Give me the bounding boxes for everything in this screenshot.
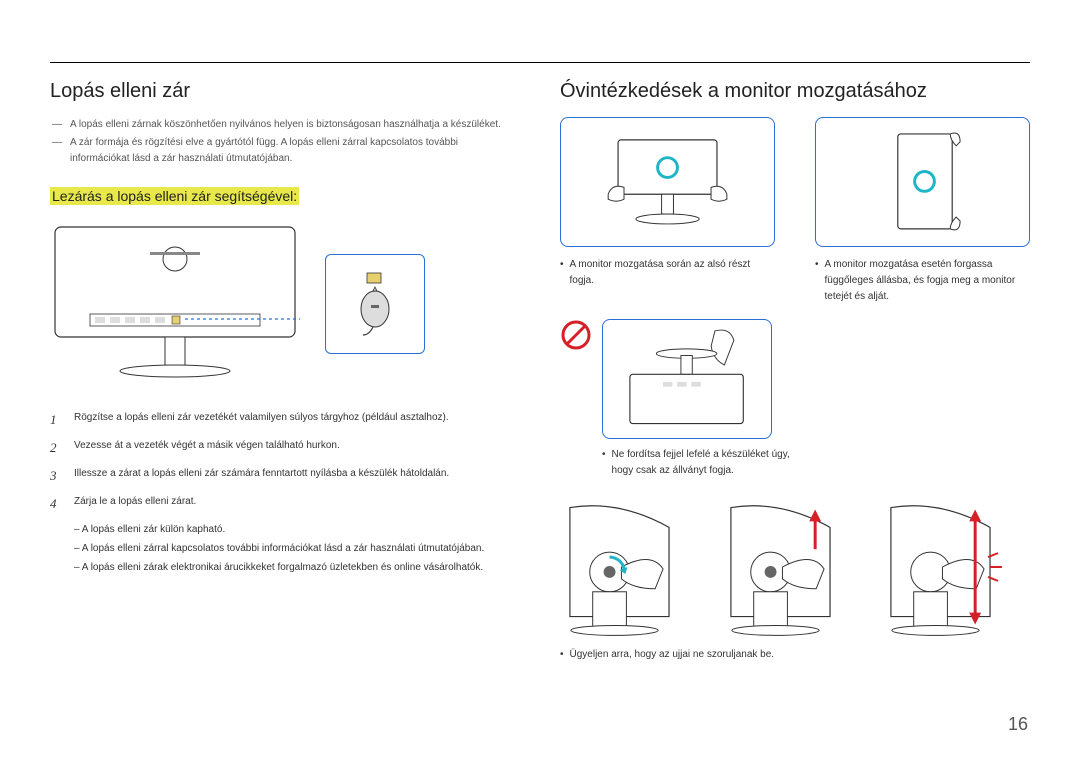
left-subheading: Lezárás a lopás elleni zár segítségével:	[50, 187, 299, 205]
bullet-mid: • Ne fordítsa fejjel lefelé a készüléket…	[602, 447, 802, 479]
dash-icon: ―	[50, 117, 64, 133]
bullet-dot-icon: •	[560, 257, 564, 289]
sub-1: A lopás elleni zár külön kapható.	[74, 521, 520, 538]
step-3: Illessze a zárat a lopás elleni zár szám…	[50, 465, 520, 487]
bullet-mid-text: Ne fordítsa fejjel lefelé a készüléket ú…	[612, 447, 802, 479]
finger-tilt-diagram	[560, 497, 709, 637]
step-2-text: Vezesse át a vezeték végét a másik végen…	[74, 437, 340, 459]
monitor-back-diagram	[50, 219, 300, 389]
step-4: Zárja le a lopás elleni zárat.	[50, 493, 520, 515]
bullet-dot-icon: •	[815, 257, 819, 305]
upside-down-diagram	[602, 319, 772, 439]
step-2: Vezesse át a vezeték végét a másik végen…	[50, 437, 520, 459]
carry-vertical-diagram	[815, 117, 1030, 247]
right-column: Óvintézkedések a monitor mozgatásához •	[560, 60, 1030, 663]
lock-detail-box	[325, 254, 425, 354]
bullet-top-left: • A monitor mozgatása során az alsó rész…	[560, 257, 775, 289]
note-1-text: A lopás elleni zárnak köszönhetően nyilv…	[70, 117, 501, 133]
finger-height-diagram	[721, 497, 870, 637]
note-2-text: A zár formája és rögzítési elve a gyártó…	[70, 135, 520, 167]
page-content: Lopás elleni zár ― A lopás elleni zárnak…	[0, 0, 1080, 693]
carry-bottom-diagram	[560, 117, 775, 247]
right-heading: Óvintézkedések a monitor mozgatásához	[560, 80, 1030, 103]
step-1: Rögzítse a lopás elleni zár vezetékét va…	[50, 409, 520, 431]
bullet-top-left-text: A monitor mozgatása során az alsó részt …	[570, 257, 775, 289]
finger-pinch-warning-diagram	[881, 497, 1030, 637]
rule-top	[50, 62, 1030, 63]
step-3-text: Illessze a zárat a lopás elleni zár szám…	[74, 465, 449, 487]
steps-list: Rögzítse a lopás elleni zár vezetékét va…	[50, 409, 520, 515]
bullet-bottom: • Ügyeljen arra, hogy az ujjai ne szorul…	[560, 647, 1030, 663]
carry-bottom-cell: • A monitor mozgatása során az alsó rész…	[560, 117, 775, 305]
left-heading: Lopás elleni zár	[50, 80, 520, 103]
left-column: Lopás elleni zár ― A lopás elleni zárnak…	[50, 60, 520, 663]
prohibit-cell: • Ne fordítsa fejjel lefelé a készüléket…	[602, 319, 802, 479]
top-diagram-row: • A monitor mozgatása során az alsó rész…	[560, 117, 1030, 305]
page-number: 16	[1008, 714, 1028, 735]
dash-icon: ―	[50, 135, 64, 167]
bullet-bottom-text: Ügyeljen arra, hogy az ujjai ne szorulja…	[570, 647, 775, 663]
prohibit-icon	[560, 319, 592, 351]
bullet-dot-icon: •	[602, 447, 606, 479]
sub-3: A lopás elleni zárak elektronikai árucik…	[74, 559, 520, 576]
step-1-text: Rögzítse a lopás elleni zár vezetékét va…	[74, 409, 449, 431]
bullet-dot-icon: •	[560, 647, 564, 663]
sub-2: A lopás elleni zárral kapcsolatos tovább…	[74, 540, 520, 557]
prohibit-row: • Ne fordítsa fejjel lefelé a készüléket…	[560, 319, 1030, 479]
finger-pinch-row	[560, 497, 1030, 637]
note-1: ― A lopás elleni zárnak köszönhetően nyi…	[50, 117, 520, 133]
lock-diagram-row	[50, 219, 520, 389]
carry-vertical-cell: • A monitor mozgatása esetén forgassa fü…	[815, 117, 1030, 305]
bullet-top-right: • A monitor mozgatása esetén forgassa fü…	[815, 257, 1030, 305]
note-2: ― A zár formája és rögzítési elve a gyár…	[50, 135, 520, 167]
bullet-top-right-text: A monitor mozgatása esetén forgassa függ…	[825, 257, 1030, 305]
step-4-text: Zárja le a lopás elleni zárat.	[74, 493, 196, 515]
